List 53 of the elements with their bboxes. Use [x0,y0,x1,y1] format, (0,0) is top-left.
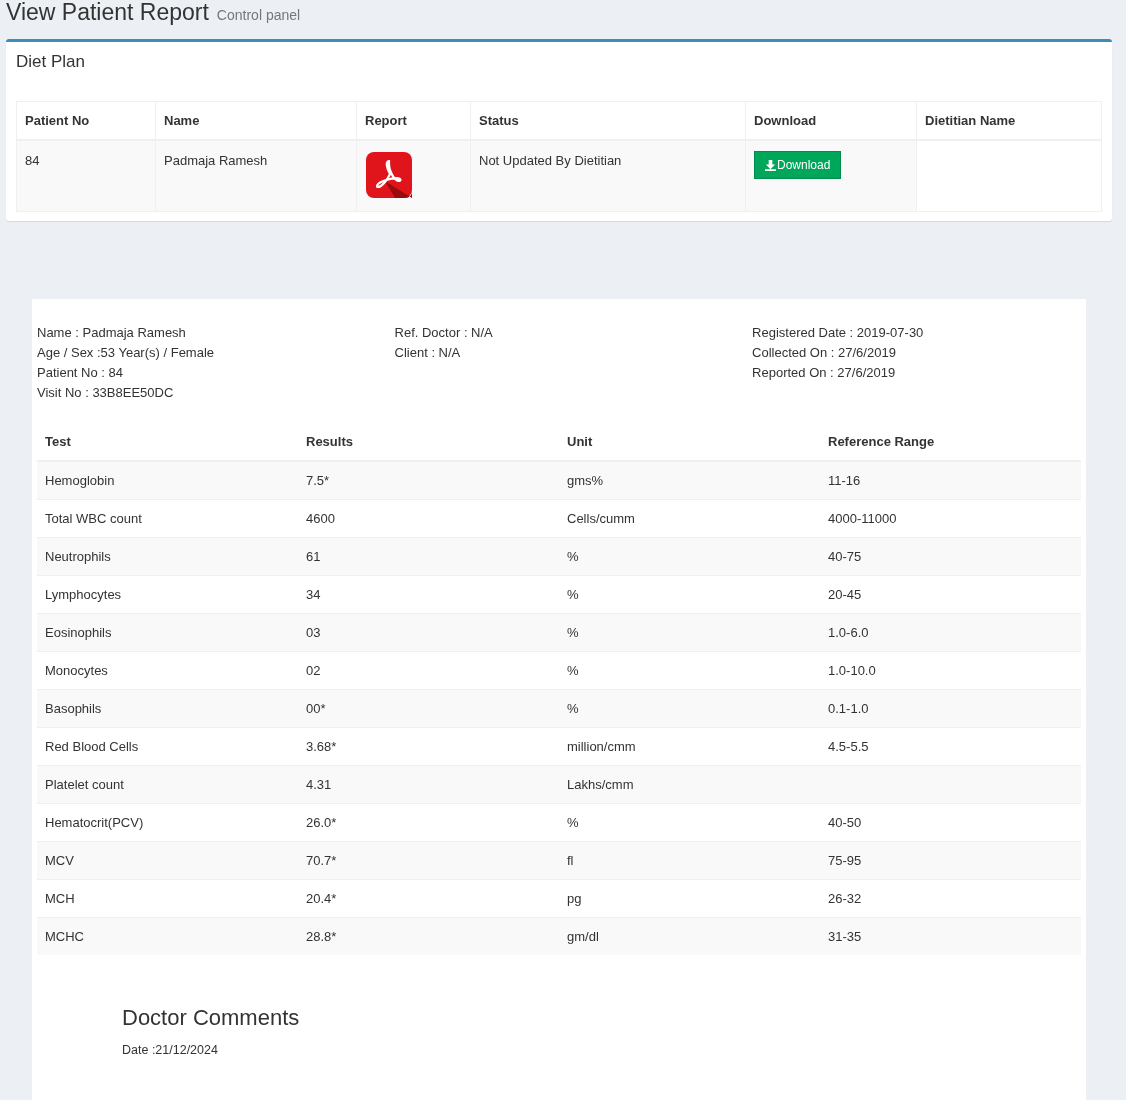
info-line: Collected On : 27/6/2019 [752,344,897,362]
table-cell: Not Updated By Dietitian [470,140,746,212]
info-line: Ref. Doctor : N/A [394,324,494,342]
table-cell: 00* [298,689,559,728]
table-cell: Lakhs/cmm [559,765,820,804]
info-line: Reported On : 27/6/2019 [752,364,897,382]
info-line: Age / Sex :53 Year(s) / Female [37,344,216,362]
table-cell: % [559,689,820,728]
table-cell: 61 [298,537,559,576]
table-cell: % [559,537,820,576]
table-cell: Basophils [37,689,298,728]
table-cell: MCV [37,841,298,880]
info-line: Visit No : 33B8EE50DC [37,384,175,402]
table-cell: % [559,613,820,652]
table-cell: 03 [298,613,559,652]
table-cell: 7.5* [298,461,559,500]
download-icon [765,159,776,171]
page-title: View Patient Report [6,0,209,25]
table-cell: 0.1-1.0 [828,701,869,716]
table-cell: gm/dl [559,917,820,955]
table-cell: Padmaja Ramesh [155,140,357,212]
comments-title: Doctor Comments [122,1005,301,1031]
pdf-icon[interactable] [365,151,413,199]
table-cell: 1.0-10.0 [828,663,876,678]
table-cell: 11-16 [828,473,861,488]
table-cell: Neutrophils [37,537,298,576]
table-cell: 4.5-5.5 [828,739,869,754]
info-line: Name : Padmaja Ramesh [37,324,187,342]
table-cell: 40-50 [828,815,862,830]
table-cell: 20-45 [828,587,862,602]
table-cell: 1.0-6.0 [828,625,869,640]
table-cell: 4000-11000 [828,511,897,526]
table-cell: 75-95 [828,853,862,868]
page-subtitle: Control panel [216,7,301,23]
table-cell: 84 [16,140,156,212]
download-button[interactable]: Download [754,151,842,179]
table-cell: MCHC [37,917,298,955]
table-cell: 40-75 [828,549,862,564]
info-line: Registered Date : 2019-07-30 [752,324,925,342]
info-line: Client : N/A [394,344,462,362]
table-cell: 28.8* [298,917,559,955]
table-cell: 4.31 [298,765,559,804]
table-cell: Eosinophils [37,613,298,652]
table-cell: 31-35 [828,929,862,944]
comment-date: Date :21/12/2024 [122,1043,219,1057]
table-cell: 70.7* [298,841,559,880]
table-cell: 26-32 [828,891,862,906]
table-cell: gms% [559,461,820,500]
table-cell: fl [559,841,820,880]
panel-title: Diet Plan [16,51,86,73]
table-cell: Hemoglobin [37,461,298,500]
info-line: Patient No : 84 [37,364,124,382]
table-cell: Platelet count [37,765,298,804]
